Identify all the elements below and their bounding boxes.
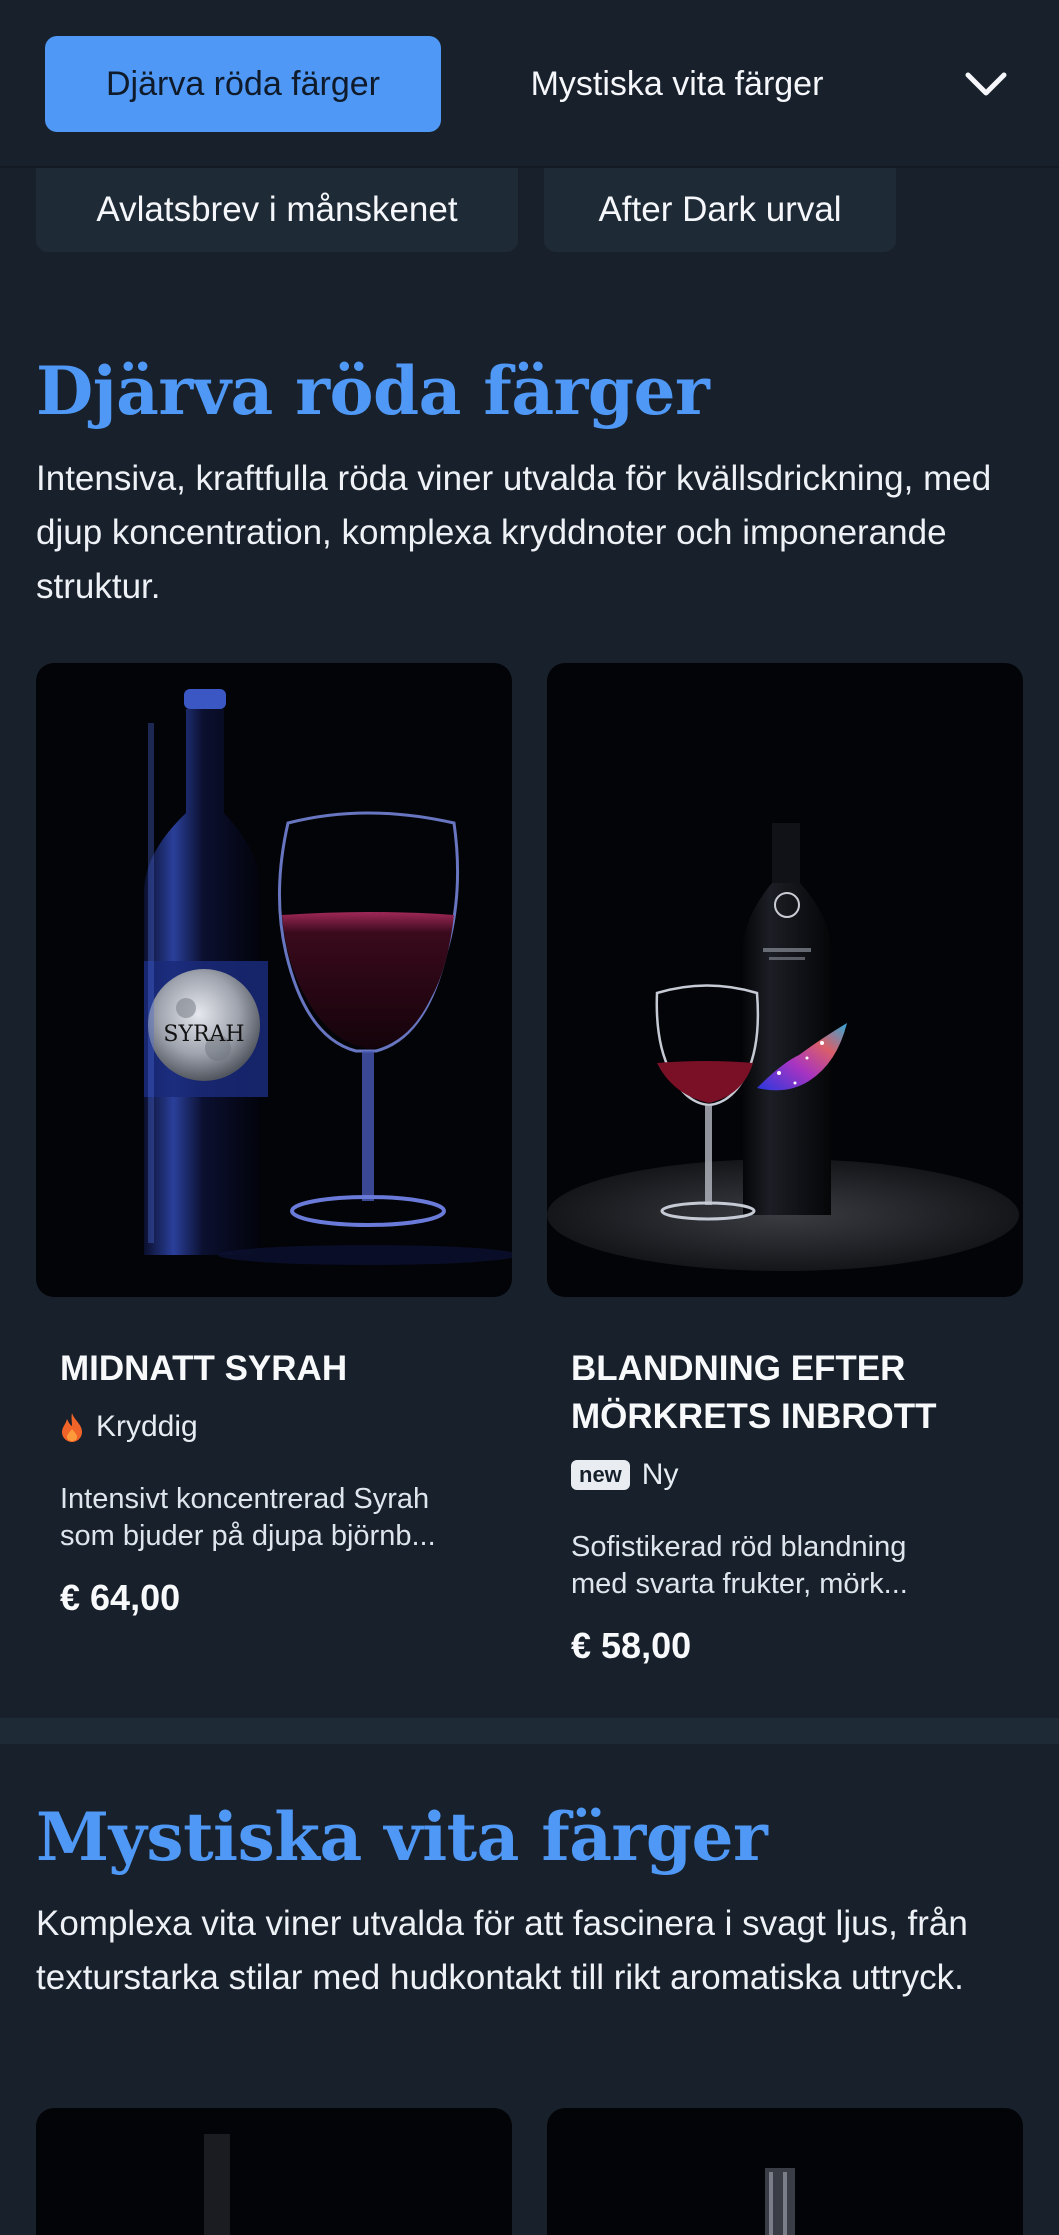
- product-description-line: Intensivt koncentrerad Syrah: [60, 1483, 430, 1515]
- product-description: Intensivt koncentrerad Syrah som bjuder …: [60, 1481, 490, 1555]
- section-title-red: Djärva röda färger: [36, 352, 710, 430]
- product-description: Sofistikerad röd blandning med svarta fr…: [571, 1529, 1001, 1603]
- section-title-white: Mystiska vita färger: [36, 1798, 768, 1876]
- wine-bottle-glass-illustration: SYRAH: [144, 689, 512, 1265]
- product-card-partial[interactable]: [547, 2108, 1023, 2235]
- product-description-line: Sofistikerad röd blandning: [571, 1531, 907, 1563]
- product-price: € 64,00: [60, 1577, 181, 1618]
- product-card-partial[interactable]: [36, 2108, 512, 2235]
- chip-avlatsbrev[interactable]: Avlatsbrev i månskenet: [36, 168, 518, 252]
- product-description-line: som bjuder på djupa björnb...: [60, 1520, 436, 1552]
- section-description-white: Komplexa vita viner utvalda för att fasc…: [36, 1904, 968, 1997]
- category-nav: Djärva röda färger Mystiska vita färger: [0, 0, 1059, 168]
- bottle-top-illustration: [765, 2168, 795, 2235]
- section-divider: [0, 1718, 1059, 1744]
- product-image[interactable]: SYRAH: [36, 663, 512, 1297]
- bottle-label-text: SYRAH: [163, 1022, 244, 1047]
- product-image[interactable]: [547, 2108, 1023, 2235]
- product-description-line: med svarta frukter, mörk...: [571, 1568, 908, 1600]
- product-name-line: MÖRKRETS INBROTT: [571, 1397, 937, 1436]
- section-description-red: Intensiva, kraftfulla röda viner utvalda…: [36, 459, 992, 606]
- product-card-midnatt-syrah[interactable]: SYRAH MIDNATT SYRAH Kryddig Intensivt ko…: [36, 663, 512, 1643]
- product-name[interactable]: BLANDNING EFTER MÖRKRETS INBROTT: [571, 1345, 1011, 1441]
- product-price: € 58,00: [571, 1625, 692, 1666]
- tab-mystiska-vita[interactable]: Mystiska vita färger: [470, 36, 884, 132]
- new-badge: new: [571, 1460, 630, 1490]
- bottle-top-illustration: [204, 2134, 230, 2235]
- category-tab-row: Djärva röda färger Mystiska vita färger: [0, 0, 1059, 168]
- chevron-down-icon: [965, 72, 1007, 96]
- product-card-blandning[interactable]: BLANDNING EFTER MÖRKRETS INBROTT new Ny …: [547, 663, 1023, 1703]
- chip-after-dark[interactable]: After Dark urval: [544, 168, 896, 252]
- product-image[interactable]: [36, 2108, 512, 2235]
- product-tag-label: Kryddig: [96, 1410, 198, 1443]
- product-name-line: BLANDNING EFTER: [571, 1349, 906, 1388]
- product-tag-label: Ny: [641, 1458, 679, 1491]
- wine-bottle-glass-illustration: [547, 823, 1019, 1271]
- product-name[interactable]: MIDNATT SYRAH: [60, 1345, 500, 1393]
- product-tag: Kryddig: [60, 1407, 198, 1447]
- category-dropdown-button[interactable]: [952, 52, 1020, 116]
- product-image[interactable]: [547, 663, 1023, 1297]
- flame-icon: [62, 1413, 82, 1442]
- tab-djarva-roda[interactable]: Djärva röda färger: [45, 36, 441, 132]
- product-tag: new Ny: [571, 1455, 678, 1495]
